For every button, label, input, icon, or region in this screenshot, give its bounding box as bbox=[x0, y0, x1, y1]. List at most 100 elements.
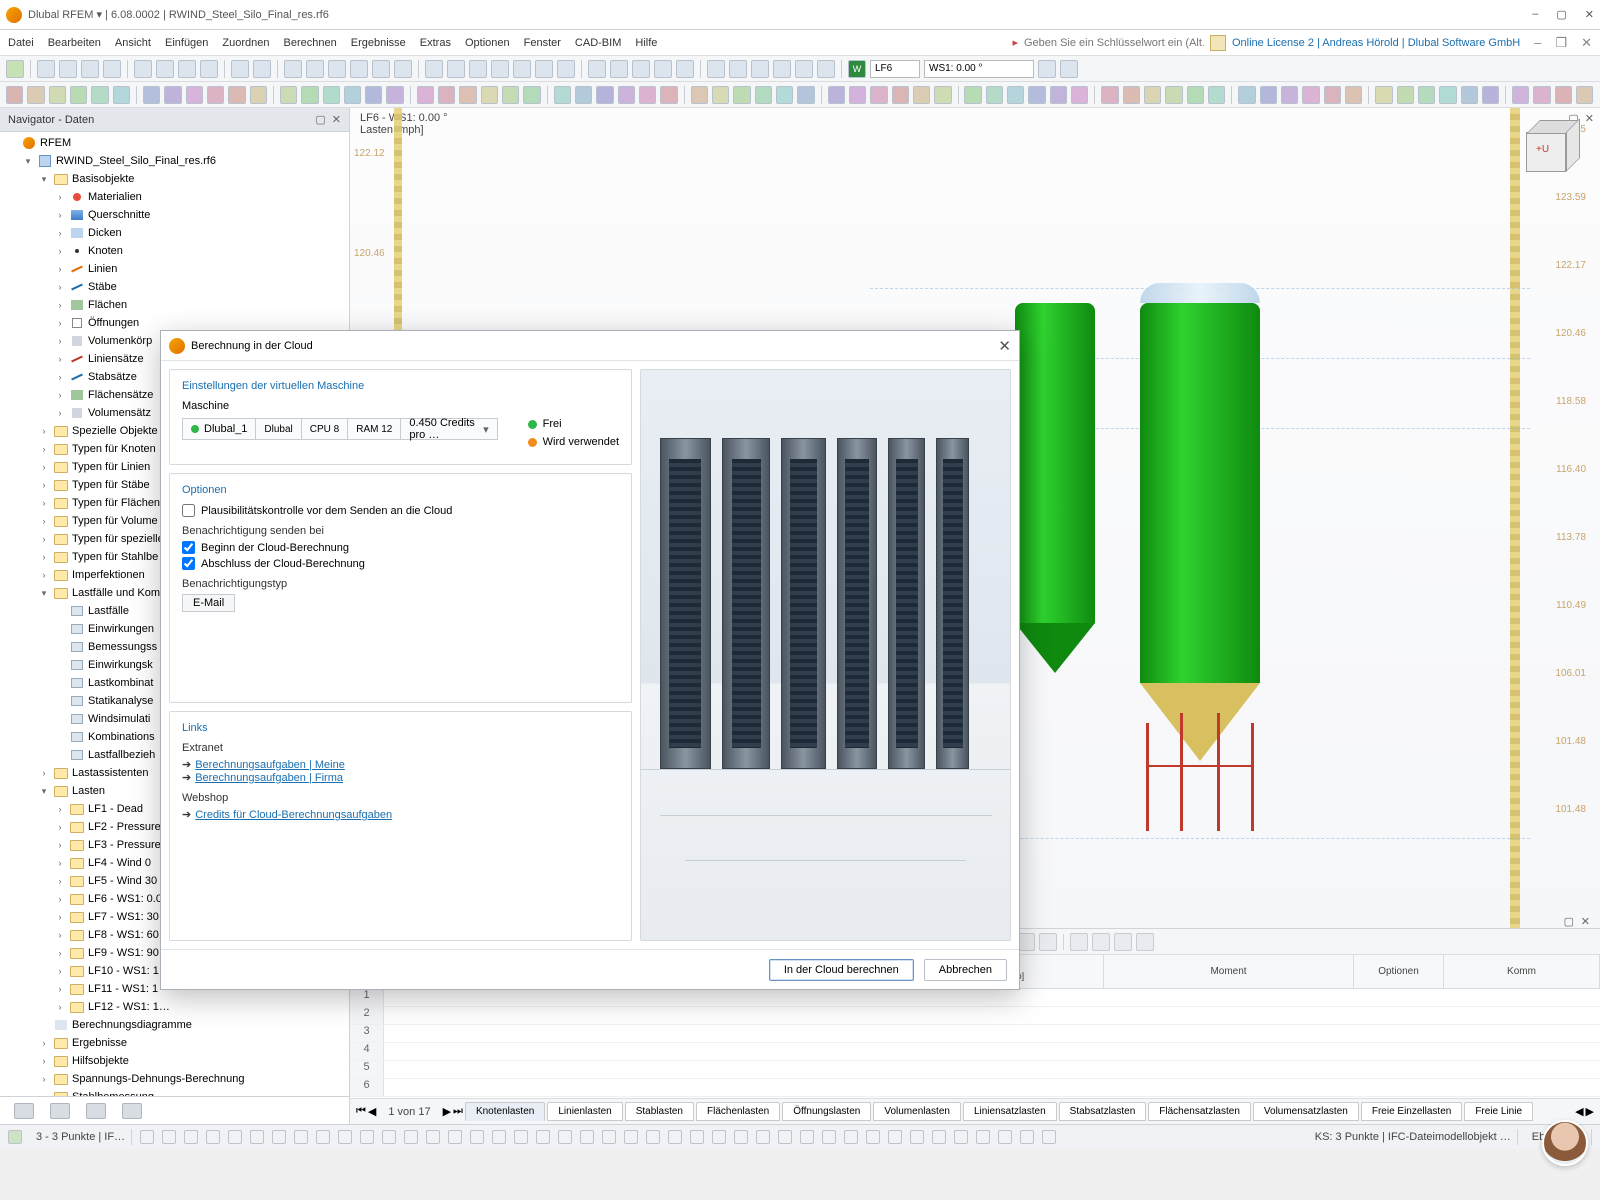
menu-ergebnisse[interactable]: Ergebnisse bbox=[351, 37, 406, 49]
tool-icon[interactable] bbox=[1007, 86, 1024, 104]
col-moment[interactable]: Moment bbox=[1104, 955, 1354, 988]
tree-node[interactable]: ▾RWIND_Steel_Silo_Final_res.rf6 bbox=[0, 152, 349, 170]
tool-icon[interactable] bbox=[913, 86, 930, 104]
chk-notify-start[interactable]: Beginn der Cloud-Berechnung bbox=[182, 541, 619, 554]
grid-tab[interactable]: Freie Einzellasten bbox=[1361, 1102, 1462, 1121]
tool-icon[interactable] bbox=[1238, 86, 1255, 104]
tool-icon[interactable] bbox=[143, 86, 160, 104]
tool-icon[interactable] bbox=[156, 60, 174, 78]
tool-icon[interactable] bbox=[1123, 86, 1140, 104]
tool-icon[interactable] bbox=[231, 60, 249, 78]
doc-restore-icon[interactable]: ❐ bbox=[1555, 35, 1567, 51]
status-tool-icon[interactable] bbox=[712, 1130, 726, 1144]
maximize-icon[interactable]: ▢ bbox=[1556, 8, 1566, 21]
col-komm[interactable]: Komm bbox=[1444, 955, 1600, 988]
grid-row[interactable]: 2 bbox=[350, 1007, 1600, 1025]
tool-icon[interactable] bbox=[447, 60, 465, 78]
tool-icon[interactable] bbox=[797, 86, 814, 104]
menu-berechnen[interactable]: Berechnen bbox=[284, 37, 337, 49]
btn-calc-cloud[interactable]: In der Cloud berechnen bbox=[769, 959, 914, 981]
status-tool-icon[interactable] bbox=[382, 1130, 396, 1144]
menu-zuordnen[interactable]: Zuordnen bbox=[222, 37, 269, 49]
tool-icon[interactable] bbox=[27, 86, 44, 104]
tool-icon[interactable] bbox=[1208, 86, 1225, 104]
tool-icon[interactable] bbox=[557, 60, 575, 78]
tool-icon[interactable] bbox=[1038, 60, 1056, 78]
tool-icon[interactable] bbox=[691, 86, 708, 104]
page-prev-icon[interactable]: ◀ bbox=[368, 1105, 376, 1118]
tool-icon[interactable] bbox=[712, 86, 729, 104]
grid-tab[interactable]: Freie Linie bbox=[1464, 1102, 1533, 1121]
grid-tab[interactable]: Flächenlasten bbox=[696, 1102, 780, 1121]
tool-icon[interactable] bbox=[755, 86, 772, 104]
page-first-icon[interactable]: ⏮ bbox=[356, 1105, 366, 1118]
tool-icon[interactable] bbox=[575, 86, 592, 104]
tool-icon[interactable] bbox=[253, 60, 271, 78]
tool-icon[interactable] bbox=[1028, 86, 1045, 104]
status-tool-icon[interactable] bbox=[250, 1130, 264, 1144]
grid-row[interactable]: 6 bbox=[350, 1079, 1600, 1097]
tool-icon[interactable] bbox=[1187, 86, 1204, 104]
tool-icon[interactable] bbox=[849, 86, 866, 104]
status-tool-icon[interactable] bbox=[580, 1130, 594, 1144]
doc-close-icon[interactable]: ✕ bbox=[1581, 35, 1592, 51]
grid-tab[interactable]: Volumenlasten bbox=[873, 1102, 961, 1121]
chk-plausibility[interactable]: Plausibilitätskontrolle vor dem Senden a… bbox=[182, 504, 619, 517]
tool-icon[interactable] bbox=[228, 86, 245, 104]
status-tool-icon[interactable] bbox=[624, 1130, 638, 1144]
status-tool-icon[interactable] bbox=[360, 1130, 374, 1144]
tree-node[interactable]: ›Flächen bbox=[0, 296, 349, 314]
grid-row[interactable]: 3 bbox=[350, 1025, 1600, 1043]
panel-close-icon[interactable]: ✕ bbox=[332, 113, 341, 126]
tool-icon[interactable] bbox=[1071, 86, 1088, 104]
link-credits[interactable]: Credits für Cloud-Berechnungsaufgaben bbox=[195, 809, 392, 821]
grid-body[interactable]: 123456 bbox=[350, 989, 1600, 1098]
tool-icon[interactable] bbox=[178, 60, 196, 78]
tool-icon[interactable] bbox=[1324, 86, 1341, 104]
tool-icon[interactable] bbox=[1397, 86, 1414, 104]
status-tool-icon[interactable] bbox=[778, 1130, 792, 1144]
tree-node[interactable]: ›Stäbe bbox=[0, 278, 349, 296]
menu-bearbeiten[interactable]: Bearbeiten bbox=[48, 37, 101, 49]
tool-icon[interactable] bbox=[469, 60, 487, 78]
tool-icon[interactable] bbox=[1482, 86, 1499, 104]
status-icon[interactable] bbox=[140, 1130, 154, 1144]
tool-icon[interactable] bbox=[1345, 86, 1362, 104]
tool-icon[interactable] bbox=[425, 60, 443, 78]
tool-icon[interactable] bbox=[1165, 86, 1182, 104]
tool-icon[interactable] bbox=[186, 86, 203, 104]
chk-notify-end[interactable]: Abschluss der Cloud-Berechnung bbox=[182, 557, 619, 570]
tool-icon[interactable] bbox=[751, 60, 769, 78]
tool-icon[interactable] bbox=[1101, 86, 1118, 104]
dialog-close-icon[interactable]: ✕ bbox=[998, 337, 1011, 355]
grid-tool-icon[interactable] bbox=[1039, 933, 1057, 951]
menu-hilfe[interactable]: Hilfe bbox=[635, 37, 657, 49]
page-next-icon[interactable]: ▶ bbox=[443, 1105, 451, 1118]
grid-row[interactable]: 5 bbox=[350, 1061, 1600, 1079]
status-tool-icon[interactable] bbox=[470, 1130, 484, 1144]
link-tasks-firm[interactable]: Berechnungsaufgaben | Firma bbox=[195, 772, 343, 784]
status-tool-icon[interactable] bbox=[558, 1130, 572, 1144]
tool-icon[interactable] bbox=[417, 86, 434, 104]
grid-tool-icon[interactable] bbox=[1070, 933, 1088, 951]
tool-icon[interactable] bbox=[596, 86, 613, 104]
status-tool-icon[interactable] bbox=[228, 1130, 242, 1144]
status-tool-icon[interactable] bbox=[316, 1130, 330, 1144]
status-tool-icon[interactable] bbox=[514, 1130, 528, 1144]
tool-icon[interactable] bbox=[676, 60, 694, 78]
doc-minimize-icon[interactable]: – bbox=[1534, 35, 1541, 50]
tool-icon[interactable] bbox=[817, 60, 835, 78]
support-avatar[interactable] bbox=[1542, 1120, 1588, 1166]
lf-type-badge[interactable]: W bbox=[848, 60, 866, 78]
grid-tab[interactable]: Liniensatzlasten bbox=[963, 1102, 1057, 1121]
tool-icon[interactable] bbox=[1060, 60, 1078, 78]
tool-icon[interactable] bbox=[323, 86, 340, 104]
tool-icon[interactable] bbox=[481, 86, 498, 104]
tree-node[interactable]: ›Dicken bbox=[0, 224, 349, 242]
tool-icon[interactable] bbox=[934, 86, 951, 104]
tool-icon[interactable] bbox=[707, 60, 725, 78]
tool-icon[interactable] bbox=[91, 86, 108, 104]
status-tool-icon[interactable] bbox=[668, 1130, 682, 1144]
tool-icon[interactable] bbox=[1418, 86, 1435, 104]
menu-einfuegen[interactable]: Einfügen bbox=[165, 37, 208, 49]
